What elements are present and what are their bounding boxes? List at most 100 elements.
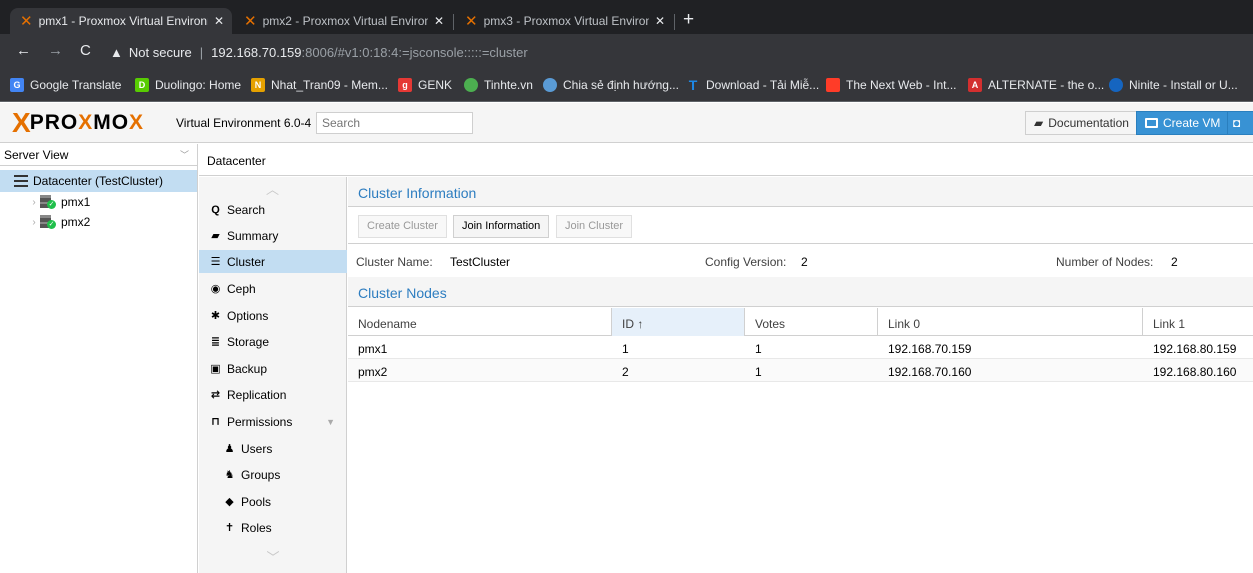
new-tab-button[interactable]: +: [683, 10, 694, 30]
menu-label: Permissions: [227, 414, 293, 429]
scroll-down-icon[interactable]: ﹀: [199, 547, 347, 565]
menu-item-cluster[interactable]: ☰ Cluster: [199, 250, 347, 273]
menu-label: Search: [227, 202, 266, 217]
join-information-button[interactable]: Join Information: [453, 215, 550, 238]
cluster-nodes-grid: Nodename ID ↑ Votes Link 0 Link 1 pmx1 1…: [348, 308, 1253, 382]
forward-arrow-icon[interactable]: →: [48, 42, 63, 59]
tree-datacenter[interactable]: Datacenter (TestCluster): [0, 170, 197, 192]
male-icon: ✝: [224, 522, 235, 534]
cluster-name-label: Cluster Name:: [356, 255, 433, 269]
bookmark-google-translate[interactable]: G Google Translate: [10, 78, 121, 92]
menu-item-groups[interactable]: ♞ Groups: [199, 463, 347, 486]
cell-votes: 1: [755, 342, 762, 356]
cluster-toolbar: Create Cluster Join Information Join Clu…: [348, 208, 1253, 244]
logo-part: MO: [93, 111, 130, 134]
menu-item-users[interactable]: ♟ Users: [199, 437, 347, 460]
tree-node-label: pmx2: [61, 215, 91, 229]
column-link0[interactable]: Link 0: [878, 308, 1143, 336]
bookmark-nhat-tran[interactable]: N Nhat_Tran09 - Mem...: [251, 78, 388, 92]
menu-item-replication[interactable]: ⇄ Replication: [199, 383, 347, 406]
cluster-information-title: Cluster Information: [348, 177, 1253, 207]
proxmox-favicon-icon: ✕: [20, 12, 33, 30]
cube-icon: ◘: [1233, 116, 1241, 130]
reload-icon[interactable]: C: [80, 42, 91, 59]
globe-icon: [543, 78, 557, 92]
scroll-up-icon[interactable]: ︿: [199, 177, 346, 197]
browser-tab-pmx2[interactable]: ✕ pmx2 - Proxmox Virtual Environm ✕: [234, 8, 452, 34]
tab-close-icon[interactable]: ✕: [655, 14, 665, 28]
chevron-down-icon: ﹀: [179, 150, 189, 160]
column-nodename[interactable]: Nodename: [348, 308, 612, 336]
grid-header: Nodename ID ↑ Votes Link 0 Link 1: [348, 308, 1253, 336]
floppy-icon: ▣: [210, 363, 221, 375]
book-icon: ▰: [1034, 116, 1044, 130]
proxmox-favicon-icon: ✕: [465, 12, 478, 30]
bookmark-icon: N: [251, 78, 265, 92]
menu-label: Options: [227, 308, 269, 323]
menu-item-options[interactable]: ✱ Options: [199, 304, 347, 327]
tree-node-pmx2[interactable]: › ✓ pmx2: [0, 212, 197, 232]
create-cluster-button[interactable]: Create Cluster: [358, 215, 447, 238]
table-row[interactable]: pmx1 1 1 192.168.70.159 192.168.80.159: [348, 336, 1253, 359]
cell-votes: 1: [755, 365, 762, 379]
menu-item-pools[interactable]: ◆ Pools: [199, 490, 347, 513]
url-field[interactable]: ▲ Not secure | 192.168.70.159 :8006/#v1:…: [110, 38, 528, 66]
download-site-icon: T: [688, 77, 698, 93]
tab-title: pmx3 - Proxmox Virtual Environm: [483, 14, 649, 28]
genk-icon: g: [398, 78, 412, 92]
bookmark-label: GENK: [418, 78, 453, 92]
create-vm-button[interactable]: Create VM: [1136, 111, 1230, 135]
ceph-icon: ◉: [210, 283, 221, 295]
documentation-button[interactable]: ▰ Documentation: [1025, 111, 1138, 135]
resource-tree: Server View ﹀ Datacenter (TestCluster) ›…: [0, 144, 198, 573]
bookmark-ninite[interactable]: Ninite - Install or U...: [1109, 78, 1238, 92]
column-votes[interactable]: Votes: [745, 308, 878, 336]
search-input[interactable]: [316, 112, 473, 134]
cluster-info-row: Cluster Name: TestCluster Config Version…: [348, 245, 1253, 277]
tnw-icon: [826, 78, 840, 92]
retweet-icon: ⇄: [210, 389, 221, 401]
tinhte-icon: [464, 78, 478, 92]
bookmark-duolingo[interactable]: D Duolingo: Home: [135, 78, 241, 92]
view-selector[interactable]: Server View ﹀: [0, 144, 197, 166]
bookmark-label: Nhat_Tran09 - Mem...: [271, 78, 388, 92]
browser-tab-pmx3[interactable]: ✕ pmx3 - Proxmox Virtual Environm ✕: [455, 8, 673, 34]
tree-node-pmx1[interactable]: › ✓ pmx1: [0, 192, 197, 212]
menu-item-summary[interactable]: ▰ Summary: [199, 224, 347, 247]
back-arrow-icon[interactable]: ←: [16, 42, 31, 59]
create-ct-button[interactable]: ◘: [1227, 111, 1253, 135]
expand-arrow-icon[interactable]: ›: [28, 197, 40, 208]
table-row[interactable]: pmx2 2 1 192.168.70.160 192.168.80.160: [348, 359, 1253, 382]
menu-label: Roles: [241, 520, 272, 535]
menu-label: Pools: [241, 494, 272, 509]
menu-item-permissions[interactable]: ⊓ Permissions ▼: [199, 410, 347, 433]
bookmark-next-web[interactable]: The Next Web - Int...: [826, 78, 956, 92]
menu-item-ceph[interactable]: ◉ Ceph: [199, 277, 347, 300]
join-cluster-button[interactable]: Join Cluster: [556, 215, 633, 238]
tab-close-icon[interactable]: ✕: [434, 14, 444, 28]
menu-item-search[interactable]: Q Search: [199, 198, 347, 221]
bookmark-download[interactable]: T Download - Tải Miễ...: [686, 78, 819, 92]
cell-id: 2: [622, 365, 629, 379]
documentation-label: Documentation: [1048, 116, 1129, 130]
bookmark-alternate[interactable]: A ALTERNATE - the o...: [968, 78, 1104, 92]
menu-item-backup[interactable]: ▣ Backup: [199, 357, 347, 380]
expand-arrow-icon[interactable]: ›: [28, 217, 40, 228]
menu-item-storage[interactable]: ≣ Storage: [199, 330, 347, 353]
bookmark-chia-se[interactable]: Chia sẻ định hướng...: [543, 78, 679, 92]
cell-nodename: pmx1: [358, 342, 388, 356]
bookmark-tinhte[interactable]: Tinhte.vn: [464, 78, 533, 92]
url-path: :8006/#v1:0:18:4:=jsconsole:::::=cluster: [301, 44, 528, 60]
menu-label: Replication: [227, 387, 287, 402]
browser-tab-pmx1[interactable]: ✕ pmx1 - Proxmox Virtual Environm ✕: [10, 8, 232, 34]
menu-item-roles[interactable]: ✝ Roles: [199, 516, 347, 539]
tab-close-icon[interactable]: ✕: [214, 14, 224, 28]
bookmarks-bar: G Google Translate D Duolingo: Home N Nhat_…: [0, 70, 1253, 102]
bookmark-genk[interactable]: g GENK: [398, 78, 452, 92]
column-id[interactable]: ID ↑: [612, 308, 745, 336]
column-link1[interactable]: Link 1: [1143, 308, 1253, 336]
collapse-arrow-icon[interactable]: ▼: [326, 417, 335, 427]
menu-label: Summary: [227, 228, 279, 243]
menu-label: Users: [241, 441, 273, 456]
bookmark-label: Google Translate: [30, 78, 122, 92]
